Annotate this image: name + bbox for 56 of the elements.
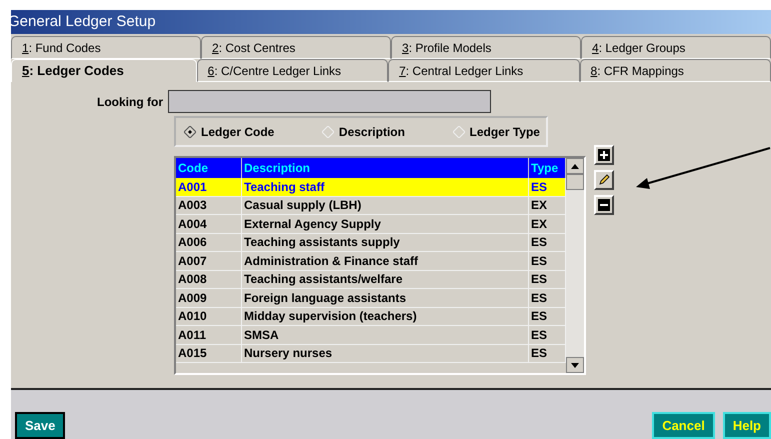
radio-option[interactable]: Ledger Code: [184, 122, 274, 140]
save-button[interactable]: Save: [15, 412, 66, 439]
tab[interactable]: 8: CFR Mappings: [580, 59, 771, 82]
table-row[interactable]: A011 SMSA ES: [176, 326, 566, 344]
table-row[interactable]: A009 Foreign language assistants ES: [176, 289, 566, 308]
table-cell: Teaching staff: [242, 178, 529, 196]
tab[interactable]: 1: Fund Codes: [11, 36, 201, 59]
scroll-down-icon[interactable]: [571, 362, 579, 368]
table-cell: A010: [176, 308, 242, 325]
search-label: Looking for: [97, 94, 163, 110]
table-row[interactable]: A007 Administration & Finance staff ES: [176, 252, 566, 270]
table-cell: A015: [176, 344, 242, 362]
radio-option[interactable]: Ledger Type: [452, 122, 540, 140]
table-cell: A009: [176, 289, 242, 306]
table-row[interactable]: A001 Teaching staff ES: [176, 178, 566, 196]
table-cell: A006: [176, 234, 242, 251]
tab[interactable]: 6: C/Centre Ledger Links: [196, 59, 388, 82]
dialog-button[interactable]: Help: [722, 412, 771, 439]
table-cell: A008: [176, 270, 242, 288]
tab[interactable]: 4: Ledger Groups: [581, 36, 771, 59]
edit-button[interactable]: [594, 170, 614, 190]
table-row[interactable]: A004 External Agency Supply EX: [176, 215, 566, 234]
table-cell: Midday supervision (teachers): [242, 308, 529, 325]
search-field[interactable]: [168, 90, 491, 113]
table-cell: A004: [176, 215, 242, 232]
tab[interactable]: 2: Cost Centres: [201, 36, 391, 59]
scrollbar[interactable]: [566, 158, 584, 373]
scroll-up-icon[interactable]: [571, 164, 579, 168]
table-row[interactable]: A010 Midday supervision (teachers) ES: [176, 308, 566, 326]
table-cell: A011: [176, 326, 242, 344]
table-cell: Administration & Finance staff: [242, 252, 529, 270]
table-cell: A003: [176, 196, 242, 214]
tab[interactable]: 3: Profile Models: [391, 36, 581, 59]
table-cell: A007: [176, 252, 242, 270]
table-cell: Nursery nurses: [242, 344, 529, 362]
table-row[interactable]: A015 Nursery nurses ES: [176, 344, 566, 363]
table-cell: Teaching assistants supply: [242, 234, 529, 251]
table-row[interactable]: A008 Teaching assistants/welfare ES: [176, 270, 566, 289]
dialog-button[interactable]: Cancel: [652, 412, 715, 439]
scroll-thumb[interactable]: [566, 174, 584, 190]
table-cell: Casual supply (LBH): [242, 196, 529, 214]
pencil-icon: [598, 174, 610, 186]
table-cell: External Agency Supply: [242, 215, 529, 232]
table-row[interactable]: A006 Teaching assistants supply ES: [176, 234, 566, 252]
table-cell: SMSA: [242, 326, 529, 344]
minus-icon: [598, 199, 610, 211]
table-cell: Foreign language assistants: [242, 289, 529, 306]
table-cell: A001: [176, 178, 242, 196]
tab[interactable]: 5: Ledger Codes: [11, 59, 197, 82]
radio-option[interactable]: Description: [322, 122, 405, 140]
tab[interactable]: 7: Central Ledger Links: [388, 59, 580, 82]
table-row[interactable]: A003 Casual supply (LBH) EX: [176, 196, 566, 215]
remove-button[interactable]: [594, 195, 614, 215]
table-cell: Teaching assistants/welfare: [242, 270, 529, 288]
add-button[interactable]: [594, 145, 614, 165]
plus-icon: [598, 149, 610, 161]
